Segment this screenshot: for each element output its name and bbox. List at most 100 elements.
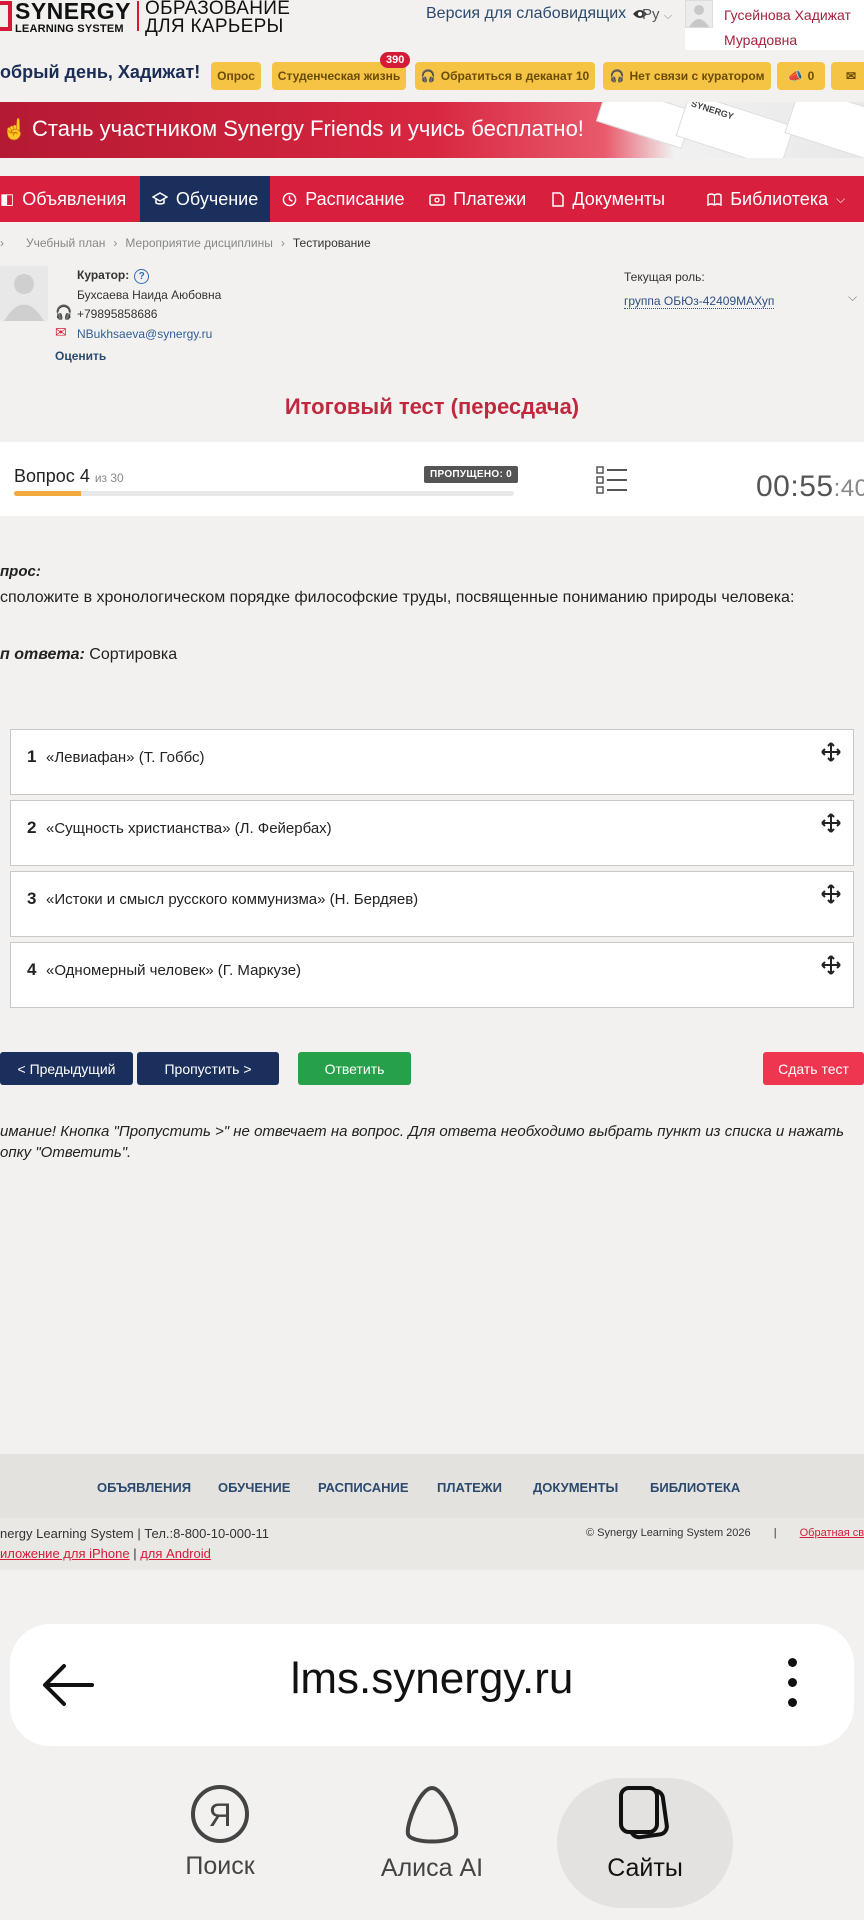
bottom-nav-search[interactable]: Я Поиск xyxy=(132,1778,308,1908)
user-name: Гусейнова Хадижат Мурадовна xyxy=(724,7,851,48)
current-role-select[interactable]: группа ОБЮз-42409МАХуп xyxy=(624,294,775,309)
question-total: из 30 xyxy=(94,471,124,485)
nav-label: Документы xyxy=(572,188,666,209)
document-icon xyxy=(552,191,565,207)
url-text[interactable]: lms.synergy.ru xyxy=(10,1654,854,1704)
progress-fill xyxy=(14,491,81,496)
banner-text: Стань участником Synergy Friends и учись… xyxy=(32,116,584,141)
drag-move-icon[interactable] xyxy=(821,742,841,762)
headset-icon: 🎧 xyxy=(420,69,436,83)
envelope-icon: ✉ xyxy=(845,69,857,83)
nav-schedule[interactable]: Расписание xyxy=(270,176,417,222)
headset-icon: 🎧 xyxy=(55,304,73,320)
more-menu-icon[interactable] xyxy=(788,1658,798,1718)
student-life-label: Студенческая жизнь xyxy=(277,69,401,83)
nav-announcements[interactable]: ◧ Объявления xyxy=(0,176,140,222)
curator-email[interactable]: NBukhsaeva@synergy.ru xyxy=(77,327,212,341)
answer-type-value: Сортировка xyxy=(89,646,178,663)
curator-avatar xyxy=(0,266,48,321)
nav-documents[interactable]: Документы xyxy=(540,176,695,222)
megaphone-icon: ◧ xyxy=(0,191,15,208)
no-curator-contact-button[interactable]: 🎧 Нет связи с куратором xyxy=(603,62,771,90)
accessibility-version-link[interactable]: Версия для слабовидящих xyxy=(426,5,648,23)
question-list-icon[interactable] xyxy=(596,466,628,494)
skip-warning-note: имание! Кнопка "Пропустить >" не отвечае… xyxy=(0,1123,845,1161)
footer-link-learning[interactable]: ОБУЧЕНИЕ xyxy=(218,1480,290,1495)
countdown-timer: 00:55:40 xyxy=(756,470,864,504)
copyright: © Synergy Learning System 2026 xyxy=(586,1527,751,1539)
timer-main: 00:55 xyxy=(756,470,834,503)
announcements-count: 0 xyxy=(807,69,815,83)
yandex-search-icon: Я xyxy=(191,1785,249,1843)
answer-text: «Истоки и смысл русского коммунизма» (Н.… xyxy=(46,891,419,908)
logo-learning-system-text: LEARNING SYSTEM xyxy=(15,23,124,35)
sortable-answer-item[interactable]: 3 «Истоки и смысл русского коммунизма» (… xyxy=(10,871,854,937)
bottom-nav-alice[interactable]: Алиса AI xyxy=(344,1778,520,1908)
question-label: прос: xyxy=(0,563,41,580)
contact-dean-button[interactable]: 🎧 Обратиться в деканат 10 xyxy=(415,62,595,90)
bottom-nav-sites[interactable]: Сайты xyxy=(557,1778,733,1908)
envelope-icon: ✉ xyxy=(55,324,67,340)
synergy-friends-banner[interactable]: ☝ Стань участником Synergy Friends и учи… xyxy=(0,102,864,158)
headset-icon: 🎧 xyxy=(609,69,625,83)
synergy-logo[interactable]: SYNERGY LEARNING SYSTEM ОБРАЗОВАНИЕ ДЛЯ … xyxy=(0,0,290,37)
curator-phone[interactable]: +79895858686 xyxy=(77,307,157,321)
answer-button[interactable]: Ответить xyxy=(298,1052,411,1085)
accessibility-label: Версия для слабовидящих xyxy=(426,5,627,22)
nav-label: Расписание xyxy=(305,188,405,209)
graduation-cap-icon xyxy=(151,192,168,205)
answer-type-row: п ответа: Сортировка xyxy=(0,646,177,664)
wallet-icon xyxy=(429,193,445,206)
footer-link-announcements[interactable]: ОБЪЯВЛЕНИЯ xyxy=(97,1480,191,1495)
banner-card-image xyxy=(784,102,864,158)
feedback-link[interactable]: Обратная св xyxy=(800,1527,864,1539)
current-role-label: Текущая роль: xyxy=(624,270,705,284)
user-menu[interactable]: Гусейнова Хадижат Мурадовна xyxy=(685,0,864,50)
sortable-answer-item[interactable]: 1 «Левиафан» (Т. Гоббс) xyxy=(10,729,854,795)
iphone-app-link[interactable]: иложение для iPhone xyxy=(0,1546,130,1561)
footer-link-payments[interactable]: ПЛАТЕЖИ xyxy=(437,1480,502,1495)
footer-info: nergy Learning System | Тел.:8-800-10-00… xyxy=(0,1518,864,1570)
nav-library[interactable]: Библиотека ⌵ xyxy=(695,176,864,222)
announcements-count-button[interactable]: 📣 0 xyxy=(777,62,825,90)
language-select[interactable]: Ру ⌵ xyxy=(642,6,672,23)
messages-button[interactable]: ✉ xyxy=(831,62,864,90)
submit-test-button[interactable]: Сдать тест xyxy=(763,1052,864,1085)
footer-copyright-line: © Synergy Learning System 2026 | Обратна… xyxy=(586,1527,864,1539)
drag-move-icon[interactable] xyxy=(821,813,841,833)
nav-label: Объявления xyxy=(22,188,127,209)
breadcrumb-item[interactable]: Мероприятие дисциплины xyxy=(125,236,272,250)
survey-button[interactable]: Опрос xyxy=(211,62,261,90)
browser-address-bar[interactable]: lms.synergy.ru xyxy=(10,1624,854,1746)
footer-link-documents[interactable]: ДОКУМЕНТЫ xyxy=(533,1480,618,1495)
previous-button[interactable]: < Предыдущий xyxy=(0,1052,133,1085)
nav-learning[interactable]: Обучение xyxy=(139,176,271,222)
footer-company-line: nergy Learning System | Тел.:8-800-10-00… xyxy=(0,1526,270,1541)
breadcrumb-item[interactable]: Учебный план xyxy=(26,236,105,250)
footer-link-schedule[interactable]: РАСПИСАНИЕ xyxy=(318,1480,409,1495)
skip-button[interactable]: Пропустить > xyxy=(137,1052,279,1085)
footer-phone[interactable]: Тел.:8-800-10-000-11 xyxy=(144,1526,269,1541)
bottom-nav-label: Алиса AI xyxy=(380,1854,484,1882)
bottom-nav-label: Сайты xyxy=(607,1854,683,1882)
nav-label: Обучение xyxy=(175,188,259,209)
help-icon[interactable]: ? xyxy=(134,269,150,284)
rate-curator-link[interactable]: Оценить xyxy=(55,349,106,363)
nav-payments[interactable]: Платежи xyxy=(417,176,540,222)
logo-mark-icon xyxy=(0,1,12,31)
question-number: 4 xyxy=(79,466,90,486)
timer-seconds: :40 xyxy=(833,475,864,502)
chevron-down-icon[interactable]: ⌵ xyxy=(848,290,857,305)
android-app-link[interactable]: для Android xyxy=(140,1546,211,1561)
sortable-answer-item[interactable]: 2 «Сущность христианства» (Л. Фейербах) xyxy=(10,800,854,866)
footer-link-library[interactable]: БИБЛИОТЕКА xyxy=(650,1480,740,1495)
test-title: Итоговый тест (пересдача) xyxy=(284,394,580,419)
footer-company: nergy Learning System xyxy=(0,1526,134,1541)
no-curator-label: Нет связи с куратором xyxy=(629,69,765,83)
logo-edu-line2: ДЛЯ КАРЬЕРЫ xyxy=(144,16,284,37)
top-bar: SYNERGY LEARNING SYSTEM ОБРАЗОВАНИЕ ДЛЯ … xyxy=(0,0,864,56)
pointer-hand-icon: ☝ xyxy=(2,119,27,141)
sortable-answer-item[interactable]: 4 «Одномерный человек» (Г. Маркузе) xyxy=(10,942,854,1008)
drag-move-icon[interactable] xyxy=(821,884,841,904)
drag-move-icon[interactable] xyxy=(821,955,841,975)
